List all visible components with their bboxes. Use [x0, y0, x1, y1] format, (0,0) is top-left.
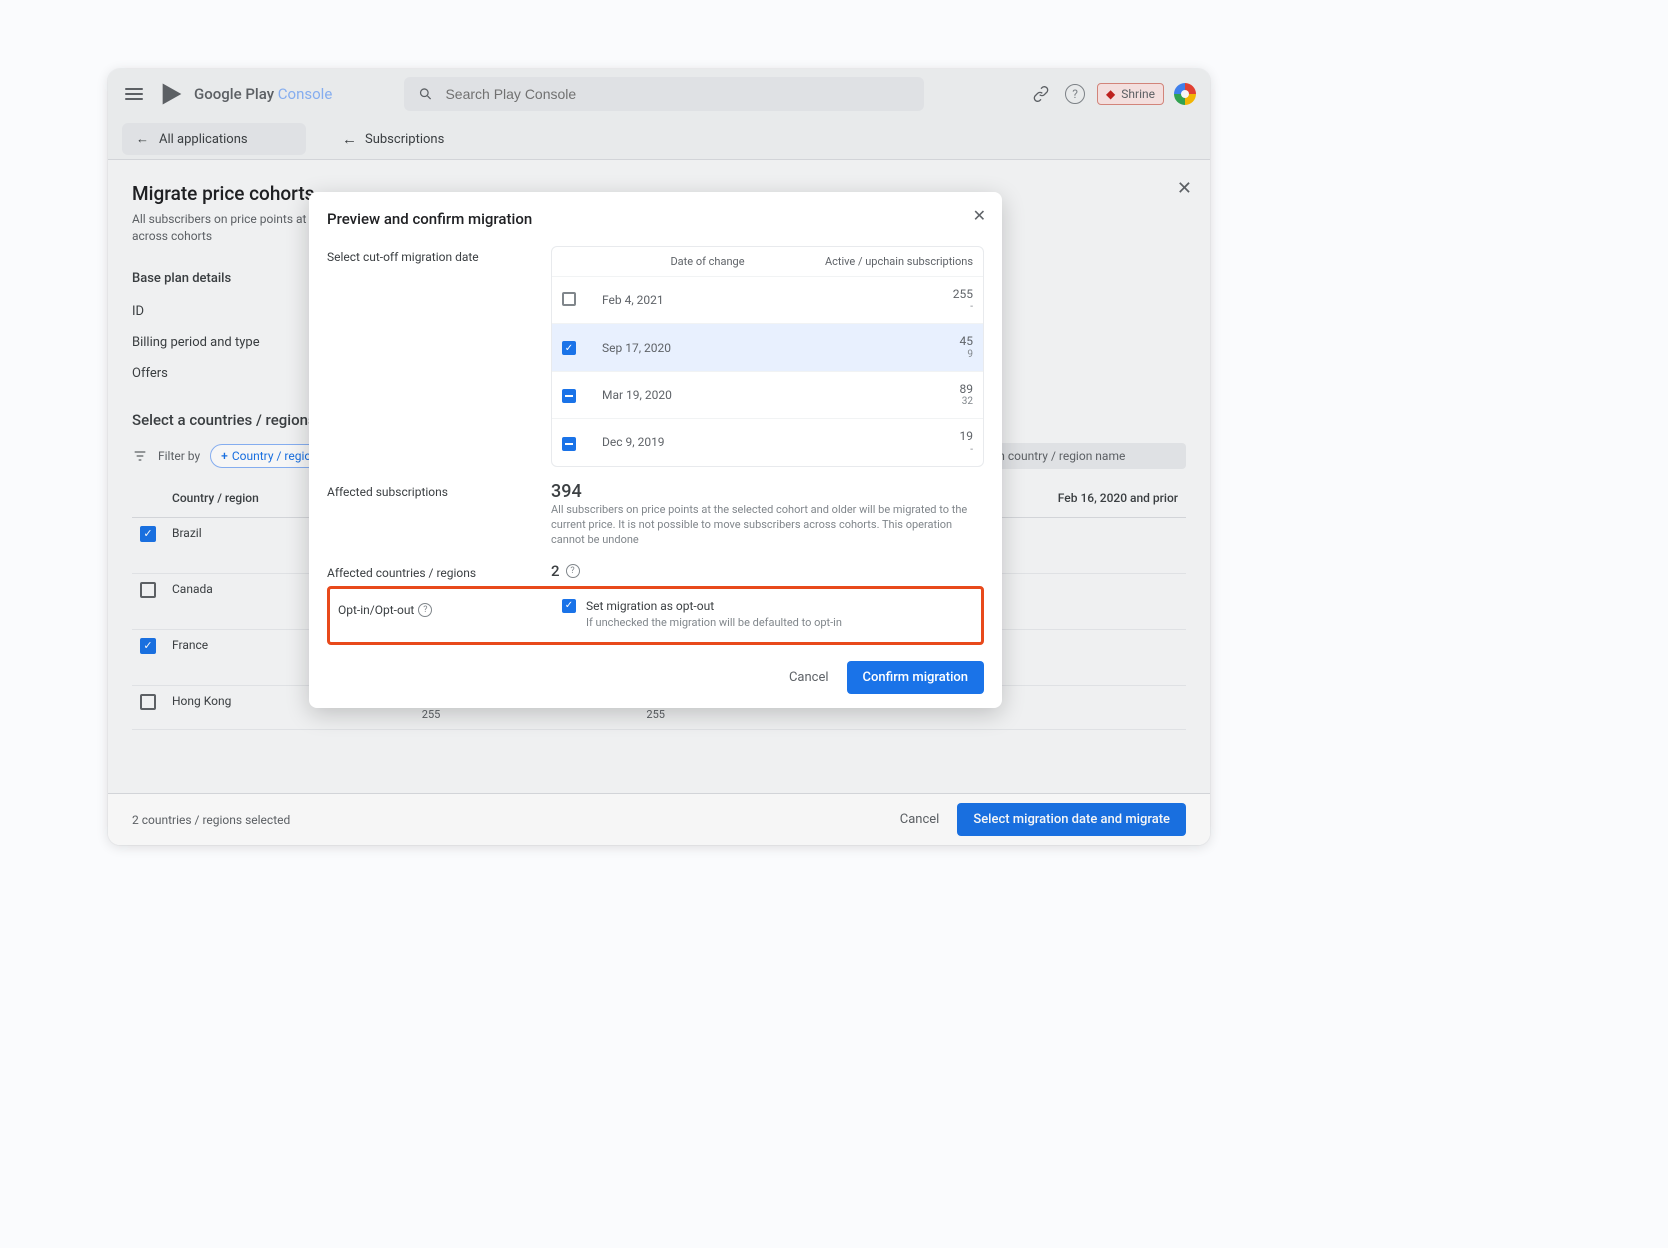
checkbox-indeterminate-icon[interactable] — [562, 389, 576, 403]
cohort-subs: 459 — [813, 334, 973, 360]
cohort-date: Dec 9, 2019 — [602, 435, 813, 449]
cohort-row[interactable]: Feb 4, 2021255- — [552, 276, 983, 323]
dialog-title: Preview and confirm migration — [327, 210, 984, 228]
cohort-row[interactable]: Mar 19, 20208932 — [552, 371, 983, 418]
cohort-row[interactable]: Dec 9, 201919- — [552, 418, 983, 465]
confirm-migration-button[interactable]: Confirm migration — [847, 661, 984, 694]
cohort-table: Date of change Active / upchain subscrip… — [551, 246, 984, 467]
opt-out-checkbox[interactable] — [562, 599, 576, 613]
checkbox-indeterminate-icon[interactable] — [562, 437, 576, 451]
preview-migration-dialog: ✕ Preview and confirm migration Select c… — [309, 192, 1002, 708]
checkbox-icon[interactable] — [562, 292, 576, 306]
affected-regions-label: Affected countries / regions — [327, 562, 537, 580]
checkbox-checked-icon[interactable] — [562, 341, 576, 355]
affected-regions-value: 2 — [551, 562, 560, 580]
cohort-date: Mar 19, 2020 — [602, 388, 813, 402]
cutoff-label: Select cut-off migration date — [327, 246, 537, 264]
affected-subs-value: 394 — [551, 481, 984, 502]
opt-highlight: Opt-in/Opt-out ? Set migration as opt-ou… — [327, 586, 984, 645]
help-icon[interactable]: ? — [418, 603, 432, 617]
help-icon[interactable]: ? — [566, 564, 580, 578]
dialog-cancel-button[interactable]: Cancel — [789, 670, 829, 685]
cohort-row[interactable]: Sep 17, 2020459 — [552, 323, 983, 370]
cohort-head-subs: Active / upchain subscriptions — [813, 255, 973, 268]
opt-check-label: Set migration as opt-out — [586, 599, 714, 613]
affected-subs-label: Affected subscriptions — [327, 481, 537, 499]
cohort-subs: 19- — [813, 429, 973, 455]
affected-subs-note: All subscribers on price points at the s… — [551, 502, 984, 548]
dialog-close-icon[interactable]: ✕ — [973, 206, 986, 225]
cohort-date: Sep 17, 2020 — [602, 341, 813, 355]
cohort-head-date: Date of change — [602, 255, 813, 268]
opt-label: Opt-in/Opt-out ? — [338, 599, 548, 617]
dialog-footer: Cancel Confirm migration — [327, 661, 984, 694]
cohort-subs: 255- — [813, 287, 973, 313]
opt-note: If unchecked the migration will be defau… — [586, 615, 973, 630]
cohort-subs: 8932 — [813, 382, 973, 408]
cohort-date: Feb 4, 2021 — [602, 293, 813, 307]
